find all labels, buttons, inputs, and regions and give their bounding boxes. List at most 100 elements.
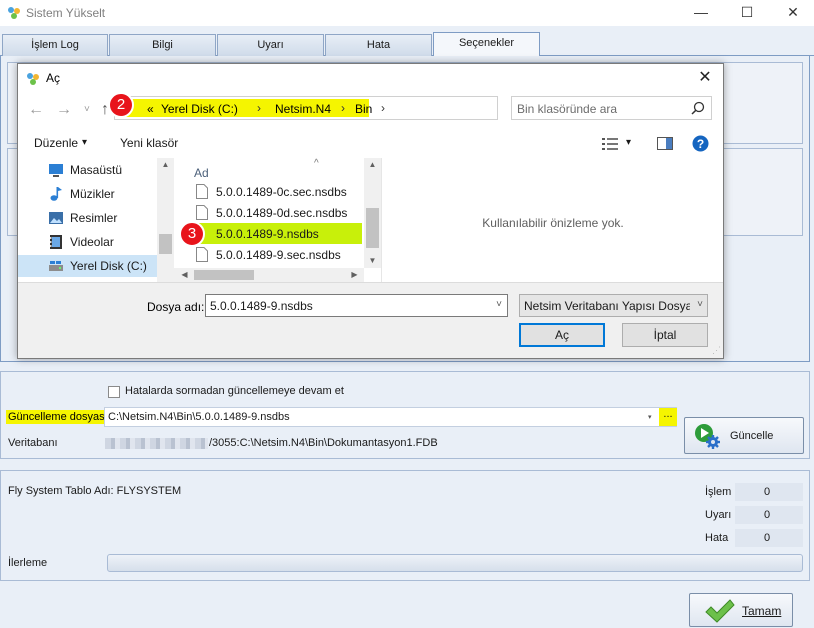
breadcrumb-separator[interactable]: › <box>341 101 345 115</box>
pictures-icon <box>49 212 63 224</box>
sidebar-item-label: Müzikler <box>70 187 115 201</box>
update-play-gear-icon <box>695 424 720 449</box>
file-icon <box>196 205 208 220</box>
file-list-hscrollbar[interactable]: ◀ ▶ <box>174 268 364 282</box>
forward-button[interactable]: → <box>56 101 72 119</box>
database-value: /3055:C:\Netsim.N4\Bin\Dokumantasyon1.FD… <box>209 437 438 449</box>
file-list-scrollbar[interactable]: ▲ ▼ <box>364 158 381 268</box>
sidebar-item-pictures[interactable]: Resimler <box>18 207 158 229</box>
file-type-select[interactable]: Netsim Veritabanı Yapısı Dosyal ˅ <box>519 294 708 317</box>
cancel-button[interactable]: İptal <box>622 323 708 347</box>
scrollbar-thumb[interactable] <box>159 234 172 254</box>
file-type-dropdown-icon[interactable]: ˅ <box>697 299 703 310</box>
update-file-value: C:\Netsim.N4\Bin\5.0.0.1489-9.nsdbs <box>108 411 290 423</box>
file-name: 5.0.0.1489-0c.sec.nsdbs <box>216 185 347 199</box>
scroll-up-icon[interactable]: ▲ <box>157 160 174 169</box>
ok-button-label: Tamam <box>742 604 781 618</box>
back-button[interactable]: ← <box>28 101 44 119</box>
update-file-dropdown-icon[interactable]: ▾ <box>648 413 652 421</box>
scroll-left-icon[interactable]: ◀ <box>176 270 193 279</box>
update-button[interactable]: Güncelle <box>684 417 804 454</box>
dialog-app-icon <box>27 73 39 85</box>
update-file-input[interactable]: C:\Netsim.N4\Bin\5.0.0.1489-9.nsdbs ▾ <box>104 407 677 427</box>
filename-input[interactable]: 5.0.0.1489-9.nsdbs ˅ <box>205 294 508 317</box>
help-icon[interactable]: ? <box>692 135 709 152</box>
address-bar[interactable]: « Yerel Disk (C:) › Netsim.N4 › Bin › ˅ … <box>114 96 594 120</box>
view-options-icon[interactable] <box>602 138 618 150</box>
breadcrumb-bin[interactable]: Bin <box>355 102 372 116</box>
sort-caret-icon[interactable]: ^ <box>314 158 319 169</box>
browse-button[interactable]: ... <box>659 408 677 426</box>
dialog-toolbar: Düzenle ▾ Yeni klasör ▾ ? <box>18 130 723 156</box>
window-titlebar: Sistem Yükselt — ☐ ✕ <box>0 0 814 26</box>
address-highlight <box>117 99 369 117</box>
tab-secenekler[interactable]: Seçenekler <box>433 32 540 57</box>
breadcrumb-prefix[interactable]: « <box>147 102 154 116</box>
file-row[interactable]: 5.0.0.1489-9.sec.nsdbs <box>190 244 362 265</box>
checkmark-icon <box>705 599 735 623</box>
resize-grip-icon[interactable]: ⋰ <box>712 345 721 356</box>
dialog-close-button[interactable]: ✕ <box>693 67 717 89</box>
hscrollbar-thumb[interactable] <box>194 270 254 280</box>
drive-icon <box>49 261 63 271</box>
breadcrumb-netsim[interactable]: Netsim.N4 <box>275 102 331 116</box>
sidebar-item-label: Videolar <box>70 235 114 249</box>
breadcrumb-separator[interactable]: › <box>381 101 385 115</box>
desktop-icon <box>49 164 63 177</box>
sidebar-item-label: Resimler <box>70 211 118 225</box>
close-button[interactable]: ✕ <box>770 0 814 26</box>
database-host-redacted <box>105 438 208 449</box>
view-caret-icon[interactable]: ▾ <box>626 137 631 148</box>
open-button[interactable]: Aç <box>519 323 605 347</box>
file-row-selected[interactable]: 5.0.0.1489-9.nsdbs <box>190 223 362 244</box>
tab-hata[interactable]: Hata <box>325 34 432 56</box>
help-glyph: ? <box>697 137 704 151</box>
file-name: 5.0.0.1489-0d.sec.nsdbs <box>216 206 348 220</box>
breadcrumb-separator[interactable]: › <box>257 101 261 115</box>
search-input[interactable]: Bin klasöründe ara <box>511 96 712 120</box>
file-row[interactable]: 5.0.0.1489-0c.sec.nsdbs <box>190 181 362 202</box>
organize-caret-icon[interactable]: ▾ <box>82 137 87 148</box>
file-row[interactable]: 5.0.0.1489-0d.sec.nsdbs <box>190 202 362 223</box>
tab-uyari[interactable]: Uyarı <box>217 34 324 56</box>
scrollbar-thumb[interactable] <box>366 208 379 248</box>
minimize-button[interactable]: — <box>678 0 724 26</box>
new-folder-button[interactable]: Yeni klasör <box>120 136 178 150</box>
dialog-footer: Dosya adı: 5.0.0.1489-9.nsdbs ˅ Netsim V… <box>18 282 723 358</box>
sidebar-item-label: Masaüstü <box>70 163 123 177</box>
continue-on-error-checkbox[interactable] <box>108 386 120 398</box>
sidebar-item-desktop[interactable]: Masaüstü <box>18 159 158 181</box>
ok-button-label-rest: amam <box>748 604 782 618</box>
table-name-label: Fly System Tablo Adı: FLYSYSTEM <box>8 485 182 497</box>
tab-bilgi[interactable]: Bilgi <box>109 34 216 56</box>
scroll-up-icon[interactable]: ▲ <box>364 160 381 169</box>
recent-locations-button[interactable]: ˅ <box>84 104 90 115</box>
stat-value-hata: 0 <box>763 532 771 544</box>
ok-button[interactable]: Tamam <box>689 593 793 627</box>
stat-value-uyari: 0 <box>763 509 771 521</box>
tab-islem-log[interactable]: İşlem Log <box>2 34 108 56</box>
file-name: 5.0.0.1489-9.nsdbs <box>216 227 319 241</box>
sidebar-item-videos[interactable]: Videolar <box>18 231 158 253</box>
dialog-title: Aç <box>46 71 61 85</box>
sidebar-item-music[interactable]: Müzikler <box>18 183 158 205</box>
preview-pane: Kullanılabilir önizleme yok. <box>381 158 723 282</box>
sidebar-item-local-disk[interactable]: Yerel Disk (C:) <box>18 255 158 277</box>
file-type-value: Netsim Veritabanı Yapısı Dosyal <box>524 299 690 313</box>
stat-label-hata: Hata <box>705 532 729 544</box>
scroll-right-icon[interactable]: ▶ <box>346 270 363 279</box>
window-title: Sistem Yükselt <box>26 6 106 20</box>
database-label: Veritabanı <box>8 437 58 449</box>
column-header-name[interactable]: Ad <box>194 166 209 180</box>
file-icon <box>196 247 208 262</box>
breadcrumb-local-disk[interactable]: Yerel Disk (C:) <box>161 102 238 116</box>
preview-empty-text: Kullanılabilir önizleme yok. <box>482 216 624 230</box>
organize-button[interactable]: Düzenle <box>34 136 78 150</box>
filename-value: 5.0.0.1489-9.nsdbs <box>210 299 313 313</box>
sidebar-scrollbar[interactable]: ▲ <box>157 158 174 282</box>
preview-pane-icon[interactable] <box>657 137 673 150</box>
scroll-down-icon[interactable]: ▼ <box>364 256 381 265</box>
maximize-button[interactable]: ☐ <box>724 0 770 26</box>
filename-dropdown-icon[interactable]: ˅ <box>496 299 502 310</box>
search-icon[interactable] <box>691 101 705 115</box>
